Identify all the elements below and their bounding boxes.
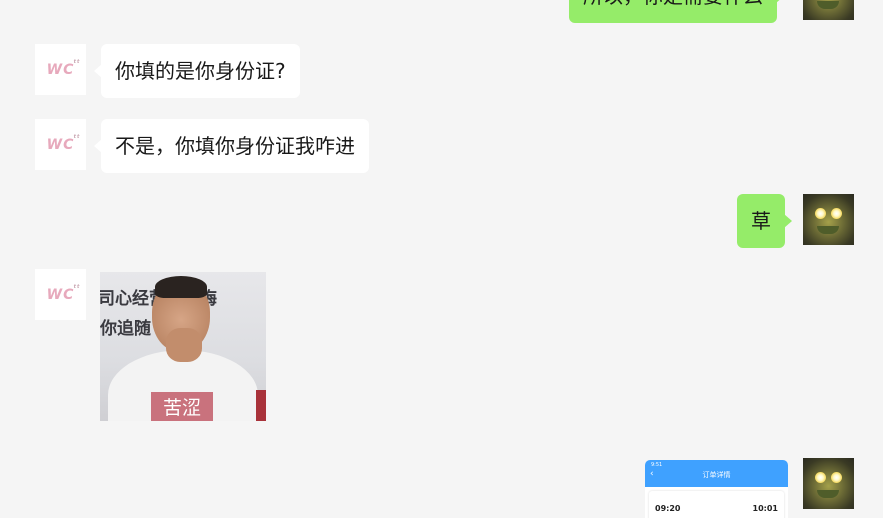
message-bubble-incoming[interactable]: 不是，你填你身份证我咋进 [94,119,369,173]
arrival-time: 10:01 [752,504,778,513]
screenshot-status-time: 9:51 [651,462,663,468]
sticker-person-hair [155,276,207,298]
message-bubble-outgoing[interactable]: 草 [737,194,792,248]
contact-avatar[interactable]: WC tt [35,44,86,95]
sticker-image[interactable]: 司心经营，无悔 你追随 苦涩 [100,272,266,421]
message-text: 草 [751,209,771,233]
screenshot-order-card: 09:20 10:01 [649,491,784,518]
frog-eye-icon [815,472,826,483]
contact-avatar-logo: WC tt [46,133,81,153]
contact-avatar[interactable]: WC tt [35,119,86,170]
message-bubble-incoming[interactable]: 你填的是你身份证? [94,44,300,98]
sticker-caption: 苦涩 [162,397,201,419]
sticker-caption-box: 苦涩 [151,392,213,421]
sticker-banner-text: 你追随 [100,319,151,339]
frog-eye-icon [815,208,826,219]
image-message-screenshot[interactable]: 9:51 ‹ 订单详情 09:20 10:01 [645,460,788,518]
frog-mouth-icon [817,226,839,234]
my-avatar[interactable] [803,0,854,20]
contact-avatar[interactable]: WC tt [35,269,86,320]
contact-avatar-logo: WC tt [46,58,81,78]
sticker-person-hand [166,328,202,362]
message-text: 不是，你填你身份证我咋进 [115,134,355,158]
message-bubble-outgoing[interactable]: 所以，你是需要什么 [569,0,784,23]
frog-eye-icon [831,472,842,483]
screenshot-header: 9:51 ‹ 订单详情 [645,460,788,487]
frog-mouth-icon [817,1,839,9]
my-avatar[interactable] [803,194,854,245]
message-text: 你填的是你身份证? [115,59,286,83]
my-avatar[interactable] [803,458,854,509]
sticker-flag [256,390,266,421]
contact-avatar-logo: WC tt [46,283,81,303]
message-text: 所以，你是需要什么 [583,0,763,8]
departure-time: 09:20 [655,504,681,513]
frog-eye-icon [831,208,842,219]
frog-mouth-icon [817,490,839,498]
screenshot-title: 订单详情 [702,471,731,479]
chat-window: 所以，你是需要什么 WCtt 你填的是你身份证? WCtt 不是，你填你身份证我… [0,0,883,518]
